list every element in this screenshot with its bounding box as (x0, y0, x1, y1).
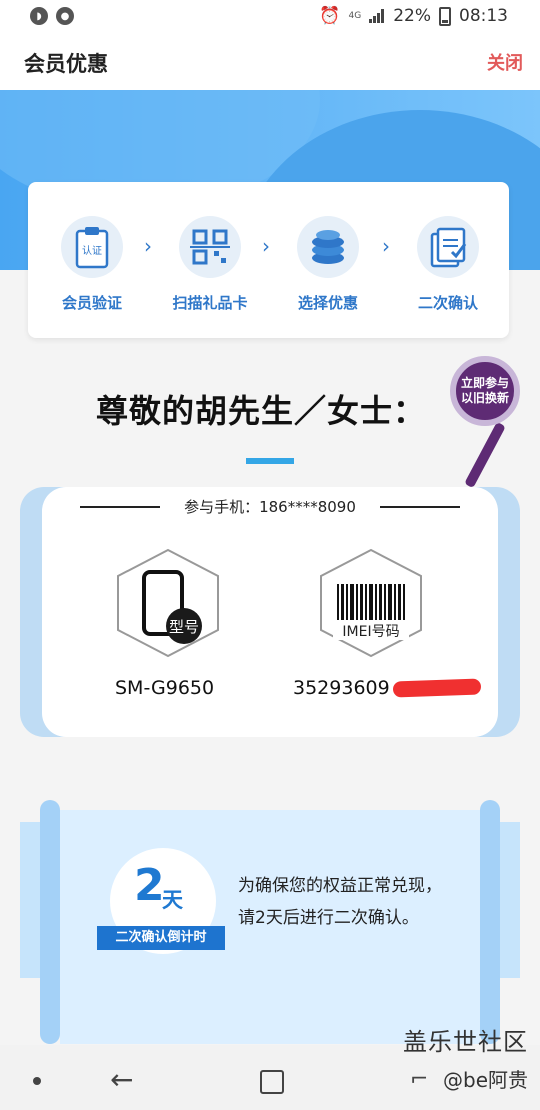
participating-phone-label: 参与手机：186****8090 (0, 496, 540, 517)
recents-icon[interactable]: ⌐ (410, 1067, 428, 1092)
home-icon[interactable] (260, 1070, 284, 1094)
battery-icon (439, 6, 451, 26)
confirm-message: 为确保您的权益正常兑现， 请2天后进行二次确认。 (238, 870, 498, 934)
heading-underline (246, 458, 294, 464)
phone-card (42, 487, 498, 737)
alarm-icon: ⏰ (319, 6, 341, 26)
step-label: 扫描礼品卡 (172, 294, 248, 312)
model-value: SM-G9650 (115, 677, 215, 699)
back-icon[interactable]: ← (110, 1063, 133, 1096)
watermark-community: 盖乐世社区 (403, 1028, 528, 1056)
step-label: 会员验证 (61, 294, 122, 312)
battery-percent: 22% (393, 6, 431, 26)
steps-card: 认证 会员验证 › 扫描礼品卡 › 选择优惠 › 二次确认 (28, 182, 509, 338)
status-bar: ◗ ● ⏰ 4G 22% 08:13 (0, 0, 540, 34)
model-badge-text: 型号 (169, 618, 199, 636)
clock: 08:13 (459, 6, 508, 26)
step-choose-offer: 选择优惠 (278, 216, 378, 313)
step-scan-card: 扫描礼品卡 (160, 216, 260, 313)
qr-scan-icon (179, 216, 241, 278)
countdown-ribbon: 二次确认倒计时 (89, 926, 233, 954)
step-second-confirm: 二次确认 (398, 216, 498, 313)
confirm-line1: 为确保您的权益正常兑现， (238, 876, 442, 896)
confirm-line2: 请2天后进行二次确认。 (238, 908, 419, 928)
step-label: 选择优惠 (297, 294, 358, 312)
imei-hexagon: IMEI号码 (317, 548, 425, 658)
step-member-verify: 认证 会员验证 (42, 216, 142, 313)
chevron-right-icon: › (262, 234, 270, 258)
notification-app-icon: ◗ (30, 7, 48, 25)
imei-label: IMEI号码 (342, 624, 399, 640)
step-label: 二次确认 (417, 294, 478, 312)
countdown-unit: 天 (162, 888, 183, 912)
countdown-days: 2 (134, 860, 165, 911)
badge-line1: 立即参与 (460, 376, 509, 390)
nav-dot-icon[interactable] (33, 1077, 41, 1085)
signal-icon (369, 9, 385, 23)
close-button[interactable]: 关闭 (487, 49, 523, 75)
trade-in-badge[interactable]: 立即参与 以旧换新 (450, 356, 520, 426)
network-type: 4G (348, 10, 362, 21)
app-header: 会员优惠 关闭 (0, 34, 540, 90)
watermark-user: @be阿贵 (443, 1068, 528, 1092)
page-title: 会员优惠 (24, 52, 108, 76)
clipboard-certify-icon: 认证 (61, 216, 123, 278)
badge-line2: 以旧换新 (460, 391, 509, 405)
redaction-mark (392, 678, 482, 698)
chevron-right-icon: › (144, 234, 152, 258)
wechat-icon: ● (56, 7, 74, 25)
document-check-icon (417, 216, 479, 278)
coins-icon (297, 216, 359, 278)
chevron-right-icon: › (382, 234, 390, 258)
imei-value: 35293609 (293, 677, 390, 699)
svg-text:认证: 认证 (82, 244, 102, 257)
model-hexagon: 型号 (114, 548, 222, 658)
